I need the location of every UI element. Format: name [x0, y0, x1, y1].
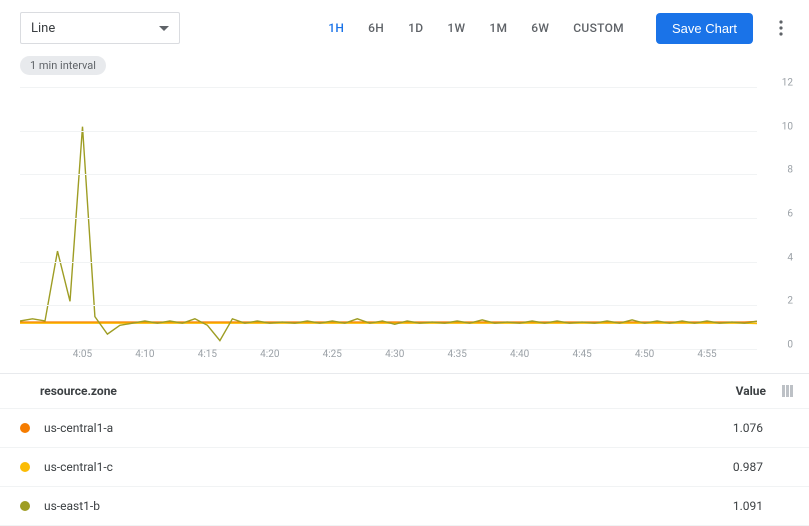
gridline: [20, 131, 757, 132]
time-range-1h[interactable]: 1H: [316, 15, 356, 41]
x-tick-label: 4:05: [73, 349, 92, 360]
legend-swatch: [20, 423, 30, 433]
legend-row[interactable]: us-east1-b 1.091: [0, 487, 809, 526]
time-range-group: 1H6H1D1W1M6WCUSTOM: [316, 15, 636, 41]
columns-icon[interactable]: [782, 385, 793, 397]
x-tick-label: 4:45: [572, 349, 591, 360]
y-tick-label: 6: [763, 209, 793, 220]
legend-swatch: [20, 462, 30, 472]
legend-series-value: 0.987: [733, 460, 793, 474]
chart-plot[interactable]: [20, 83, 757, 345]
y-tick-label: 4: [763, 252, 793, 263]
more-vert-icon: [779, 20, 783, 36]
series-line: [20, 127, 757, 341]
chart-type-label: Line: [31, 21, 55, 36]
legend-series-name: us-central1-a: [44, 421, 113, 435]
time-range-6h[interactable]: 6H: [356, 15, 396, 41]
y-tick-label: 8: [763, 165, 793, 176]
time-range-1w[interactable]: 1W: [435, 15, 477, 41]
legend-table: resource.zone Value us-central1-a1.076us…: [0, 373, 809, 526]
x-tick-label: 4:20: [260, 349, 279, 360]
legend-series-name: us-east1-b: [44, 499, 100, 513]
x-tick-label: 4:15: [198, 349, 217, 360]
chevron-down-icon: [159, 26, 169, 31]
time-range-1d[interactable]: 1D: [396, 15, 435, 41]
y-tick-label: 2: [763, 296, 793, 307]
gridline: [20, 87, 757, 88]
chart-area: 4:05 4:10 4:15 4:20 4:25 4:30 4:35 4:40 4:45 4:50…: [20, 79, 793, 369]
legend-series-value: 1.091: [733, 499, 793, 513]
gridline: [20, 174, 757, 175]
y-tick-label: 0: [763, 340, 793, 351]
y-tick-label: 10: [763, 121, 793, 132]
x-tick-label: 4:10: [135, 349, 154, 360]
x-tick-label: 4:25: [323, 349, 342, 360]
legend-header-label: resource.zone: [40, 384, 117, 398]
time-range-6w[interactable]: 6W: [519, 15, 561, 41]
x-tick-label: 4:55: [697, 349, 716, 360]
x-tick-label: 4:50: [635, 349, 654, 360]
gridline: [20, 305, 757, 306]
x-tick-label: 4:30: [385, 349, 404, 360]
save-chart-button[interactable]: Save Chart: [656, 13, 753, 44]
more-menu-button[interactable]: [769, 16, 793, 40]
legend-row[interactable]: us-central1-a 1.076: [0, 409, 809, 448]
time-range-1m[interactable]: 1M: [477, 15, 519, 41]
interval-chip: 1 min interval: [20, 56, 106, 75]
x-tick-label: 4:40: [510, 349, 529, 360]
gridline: [20, 262, 757, 263]
x-tick-label: 4:35: [448, 349, 467, 360]
legend-row[interactable]: us-central1-c 0.987: [0, 448, 809, 487]
legend-series-value: 1.076: [733, 421, 793, 435]
legend-swatch: [20, 501, 30, 511]
toolbar: Line 1H6H1D1W1M6WCUSTOM Save Chart: [0, 0, 809, 52]
chart-type-select[interactable]: Line: [20, 12, 180, 44]
legend-header: resource.zone Value: [0, 374, 809, 409]
x-axis: 4:05 4:10 4:15 4:20 4:25 4:30 4:35 4:40 4:45 4:50…: [20, 349, 757, 365]
gridline: [20, 218, 757, 219]
interval-row: 1 min interval: [0, 52, 809, 79]
y-tick-label: 12: [763, 78, 793, 89]
legend-value-header: Value: [736, 384, 774, 398]
time-range-custom[interactable]: CUSTOM: [561, 15, 636, 41]
legend-series-name: us-central1-c: [44, 460, 113, 474]
